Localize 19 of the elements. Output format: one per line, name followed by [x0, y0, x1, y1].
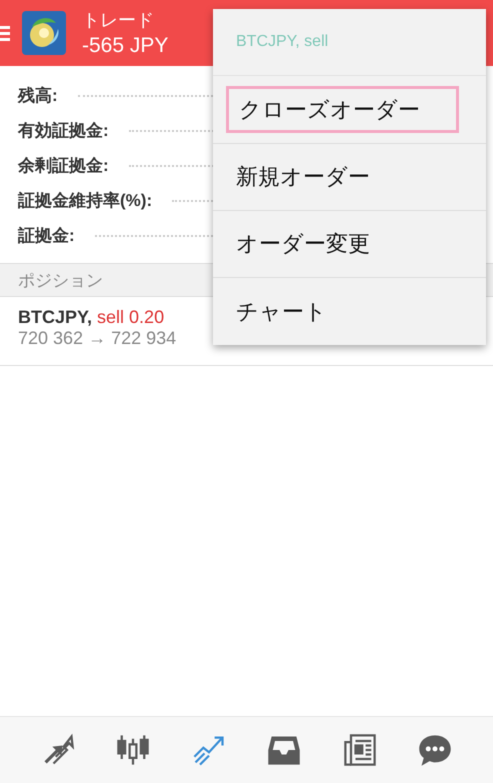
position-symbol: BTCJPY, — [18, 307, 92, 328]
newspaper-icon[interactable] — [342, 732, 378, 768]
summary-label: 余剰証拠金: — [18, 155, 109, 177]
menu-item[interactable]: オーダー変更 — [213, 211, 486, 278]
menu-icon[interactable] — [0, 24, 12, 42]
menu-title: BTCJPY, sell — [213, 9, 486, 76]
summary-label: 有効証拠金: — [18, 120, 109, 142]
screen-title: トレード — [82, 9, 155, 32]
menu-item[interactable]: チャート — [213, 278, 486, 345]
summary-label: 証拠金維持率(%): — [18, 190, 152, 212]
section-title: ポジション — [18, 270, 103, 292]
total-profit: -565 JPY — [82, 34, 168, 58]
menu-item[interactable]: クローズオーダー — [226, 86, 459, 133]
position-prices: 720 362 → 722 934 — [18, 328, 178, 349]
menu-item[interactable]: 新規オーダー — [213, 144, 486, 211]
position-side: sell 0.20 — [97, 307, 164, 328]
summary-label: 証拠金: — [18, 225, 75, 247]
app-logo-icon — [22, 11, 66, 55]
summary-label: 残高: — [18, 85, 58, 107]
